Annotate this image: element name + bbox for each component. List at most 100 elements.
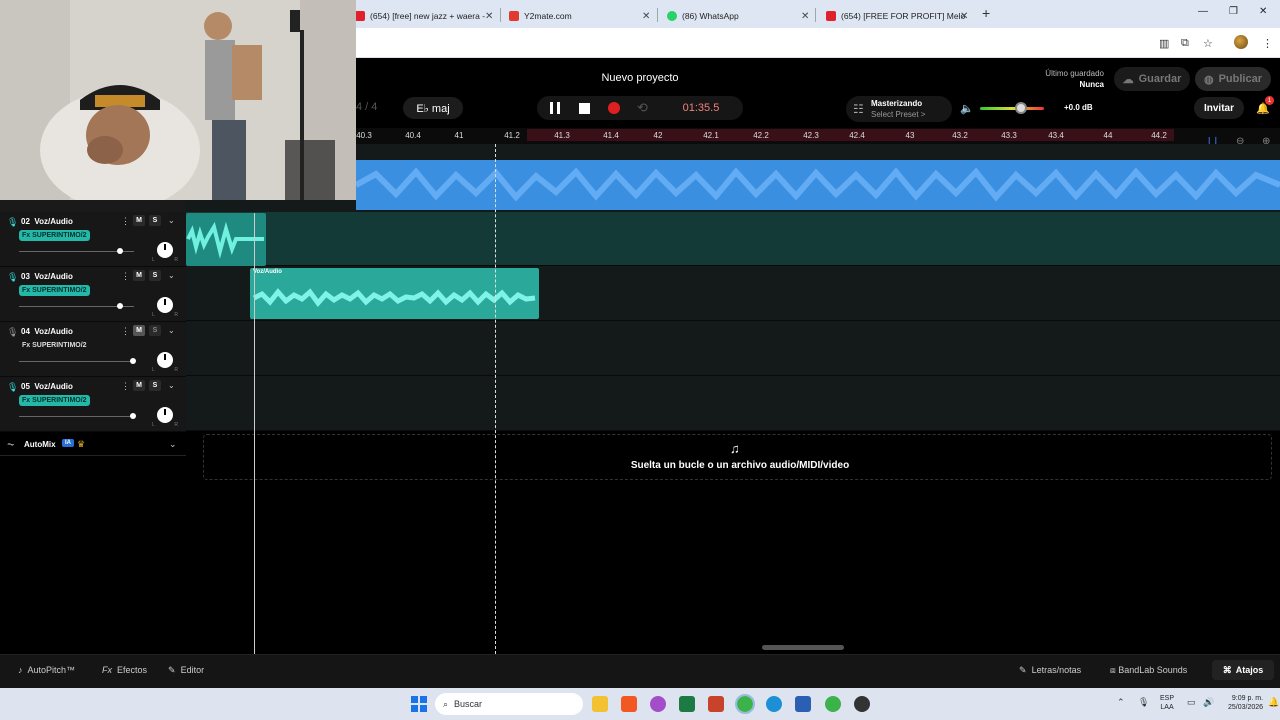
file-explorer-icon[interactable]: [592, 696, 608, 712]
chevron-down-icon[interactable]: ⌄: [168, 326, 175, 335]
menu-kebab-icon[interactable]: ⋮: [1262, 37, 1273, 50]
track-header-03[interactable]: 🎙 03 Voz/Audio ⋮ M S ⌄ Fx SUPERINTIMO/2 …: [0, 267, 186, 322]
track-lane-02[interactable]: [186, 212, 1280, 266]
track-name[interactable]: 05 Voz/Audio: [21, 382, 73, 391]
cast-icon[interactable]: ⧉: [1181, 37, 1189, 50]
pan-knob[interactable]: [157, 242, 173, 258]
mastering-preset[interactable]: Select Preset >: [871, 110, 925, 119]
editor-button[interactable]: ✎ Editor: [168, 665, 204, 676]
clock[interactable]: 9:09 p. m. 25/03/2026: [1228, 694, 1263, 712]
language-indicator[interactable]: ESP LAA: [1160, 694, 1174, 712]
windows-start-icon[interactable]: [411, 696, 427, 712]
track-menu-icon[interactable]: ⋮: [121, 271, 130, 282]
track-name[interactable]: 03 Voz/Audio: [21, 272, 73, 281]
chevron-down-icon[interactable]: ⌄: [168, 381, 175, 390]
network-icon[interactable]: ▭: [1187, 697, 1196, 708]
browser-tab[interactable]: (654) [free] new jazz + waera - ✕: [355, 4, 493, 28]
fx-chip[interactable]: Fx SUPERINTIMO/2: [19, 230, 90, 241]
close-tab-icon[interactable]: ✕: [801, 11, 809, 22]
chrome-icon[interactable]: [735, 694, 755, 714]
minimize-icon[interactable]: —: [1198, 6, 1208, 17]
track-header-04[interactable]: 🎙 04 Voz/Audio ⋮ M S ⌄ Fx SUPERINTIMO/2 …: [0, 322, 186, 377]
powerpoint-icon[interactable]: [708, 696, 724, 712]
track-lane-05[interactable]: [186, 377, 1280, 431]
new-tab-button[interactable]: +: [982, 5, 990, 21]
volume-knob[interactable]: [117, 303, 123, 309]
microphone-tray-icon[interactable]: 🎙: [1138, 697, 1149, 708]
edge-icon[interactable]: [766, 696, 782, 712]
reading-list-icon[interactable]: ▥: [1159, 37, 1169, 50]
lyrics-button[interactable]: ✎ Letras/notas: [1019, 665, 1081, 676]
project-title[interactable]: Nuevo proyecto: [560, 72, 720, 84]
volume-icon[interactable]: 🔊: [1203, 697, 1214, 708]
restore-icon[interactable]: ❐: [1229, 6, 1238, 17]
volume-knob[interactable]: [130, 413, 136, 419]
volume-knob[interactable]: [130, 358, 136, 364]
playhead[interactable]: [495, 144, 496, 654]
chevron-down-icon[interactable]: ⌄: [169, 439, 177, 450]
key-button[interactable]: E♭ maj: [403, 97, 463, 119]
track-name[interactable]: 02 Voz/Audio: [21, 217, 73, 226]
time-signature[interactable]: 4 / 4: [356, 101, 377, 113]
effects-button[interactable]: Fx Efectos: [102, 665, 147, 675]
chevron-down-icon[interactable]: ⌄: [168, 216, 175, 225]
publish-button[interactable]: ◍ Publicar: [1195, 67, 1271, 91]
loop-icon[interactable]: ⟲: [637, 100, 648, 116]
track-name[interactable]: 04 Voz/Audio: [21, 327, 73, 336]
fx-chip[interactable]: Fx SUPERINTIMO/2: [19, 395, 90, 406]
stop-button[interactable]: [579, 103, 590, 114]
browser-tab[interactable]: Y2mate.com ✕: [509, 4, 650, 28]
pan-knob[interactable]: [157, 297, 173, 313]
notification-tray-icon[interactable]: 🔔: [1268, 697, 1279, 708]
shortcuts-button[interactable]: ⌘ Atajos: [1212, 660, 1274, 680]
track-menu-icon[interactable]: ⋮: [121, 326, 130, 337]
chevron-down-icon[interactable]: ⌄: [168, 271, 175, 280]
firefox-icon[interactable]: [650, 696, 666, 712]
bandlab-sounds-button[interactable]: ⧈ BandLab Sounds: [1110, 665, 1187, 676]
track-menu-icon[interactable]: ⋮: [121, 216, 130, 227]
taskbar-search[interactable]: ⌕ Buscar: [435, 693, 583, 715]
track-volume-slider[interactable]: [19, 361, 134, 362]
track-menu-icon[interactable]: ⋮: [121, 381, 130, 392]
track-header-02[interactable]: 🎙 02 Voz/Audio ⋮ M S ⌄ Fx SUPERINTIMO/2 …: [0, 212, 186, 267]
record-button[interactable]: [608, 102, 620, 114]
track-lane-04[interactable]: [186, 322, 1280, 376]
solo-button[interactable]: S: [149, 380, 161, 391]
close-window-icon[interactable]: ✕: [1259, 6, 1267, 17]
pause-button[interactable]: [548, 101, 562, 115]
word-icon[interactable]: [795, 696, 811, 712]
solo-button[interactable]: S: [149, 325, 161, 336]
fx-chip[interactable]: Fx SUPERINTIMO/2: [19, 285, 90, 296]
master-volume-slider[interactable]: [980, 107, 1044, 110]
app-icon[interactable]: [854, 696, 870, 712]
mute-button[interactable]: M: [133, 380, 145, 391]
track-volume-slider[interactable]: [19, 416, 134, 417]
browser-tab[interactable]: (86) WhatsApp ✕: [667, 4, 809, 28]
track-header-05[interactable]: 🎙 05 Voz/Audio ⋮ M S ⌄ Fx SUPERINTIMO/2 …: [0, 377, 186, 432]
close-tab-icon[interactable]: ✕: [642, 11, 650, 22]
horizontal-scrollbar[interactable]: [762, 645, 844, 650]
volume-knob[interactable]: [117, 248, 123, 254]
save-button[interactable]: ☁ Guardar: [1114, 67, 1190, 91]
close-tab-icon[interactable]: ✕: [485, 11, 493, 22]
pan-knob[interactable]: [157, 407, 173, 423]
invite-button[interactable]: Invitar: [1194, 97, 1244, 119]
master-volume-knob[interactable]: [1015, 102, 1027, 114]
chevron-up-icon[interactable]: ⌃: [1117, 697, 1125, 708]
profile-avatar[interactable]: [1234, 35, 1248, 49]
pan-knob[interactable]: [157, 352, 173, 368]
fx-chip[interactable]: Fx SUPERINTIMO/2: [19, 340, 90, 351]
excel-icon[interactable]: [679, 696, 695, 712]
brave-icon[interactable]: [621, 696, 637, 712]
chrome-profile-icon[interactable]: [825, 696, 841, 712]
autopitch-button[interactable]: ♪ AutoPitch™: [18, 665, 75, 675]
solo-button[interactable]: S: [149, 215, 161, 226]
speaker-icon[interactable]: 🔈: [960, 102, 974, 115]
close-tab-icon[interactable]: ✕: [960, 11, 968, 22]
bookmark-star-icon[interactable]: ☆: [1203, 37, 1213, 50]
mute-button[interactable]: M: [133, 325, 145, 336]
mute-button[interactable]: M: [133, 215, 145, 226]
solo-button[interactable]: S: [149, 270, 161, 281]
browser-tab[interactable]: (654) [FREE FOR PROFIT] Melo ✕: [826, 4, 968, 28]
mute-button[interactable]: M: [133, 270, 145, 281]
